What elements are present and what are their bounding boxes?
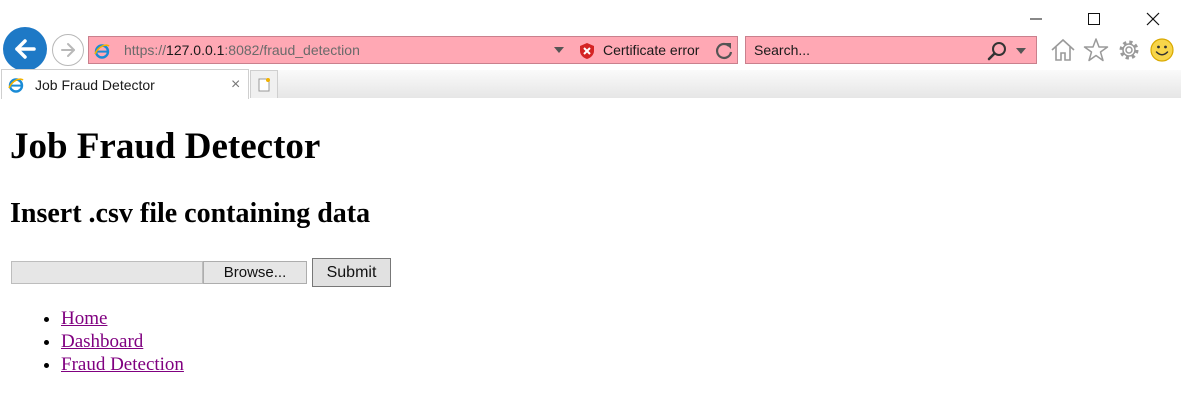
- certificate-error-label[interactable]: Certificate error: [603, 42, 699, 58]
- refresh-icon[interactable]: [714, 41, 734, 61]
- url-path: :8082/fraud_detection: [224, 42, 360, 58]
- url-host: 127.0.0.1: [166, 42, 225, 58]
- new-tab-icon: [258, 77, 270, 91]
- page-subtitle: Insert .csv file containing data: [10, 198, 371, 229]
- settings-gear-icon: [1119, 40, 1139, 60]
- submit-button[interactable]: Submit: [312, 258, 391, 287]
- page-title: Job Fraud Detector: [10, 126, 321, 167]
- search-bar[interactable]: [745, 36, 1037, 64]
- maximize-button[interactable]: [1072, 6, 1116, 32]
- feedback-button[interactable]: [1149, 37, 1175, 63]
- nav-link-fraud-detection[interactable]: Fraud Detection: [61, 354, 184, 375]
- forward-arrow-icon: [61, 43, 75, 57]
- tab-job-fraud-detector[interactable]: Job Fraud Detector ×: [1, 69, 249, 99]
- file-path-field[interactable]: [11, 261, 203, 284]
- address-bar[interactable]: https://127.0.0.1:8082/fraud_detection C…: [88, 36, 738, 64]
- minimize-button[interactable]: [1014, 6, 1058, 32]
- url-text[interactable]: https://127.0.0.1:8082/fraud_detection: [124, 42, 360, 58]
- back-button[interactable]: [3, 27, 47, 71]
- tab-title: Job Fraud Detector: [35, 77, 155, 93]
- minimize-icon: [1030, 18, 1042, 20]
- close-icon: [1146, 12, 1160, 26]
- home-button[interactable]: [1050, 37, 1076, 63]
- tab-close-icon[interactable]: ×: [231, 76, 240, 94]
- back-arrow-icon: [15, 39, 36, 59]
- nav-link-home[interactable]: Home: [61, 308, 107, 329]
- ie-logo-icon: [8, 78, 24, 93]
- tab-strip: [278, 70, 1181, 98]
- list-item: Fraud Detection: [61, 353, 184, 376]
- nav-link-dashboard[interactable]: Dashboard: [61, 331, 143, 352]
- forward-button[interactable]: [52, 34, 84, 66]
- browse-button[interactable]: Browse...: [203, 261, 307, 284]
- page-content: Job Fraud Detector Insert .csv file cont…: [0, 99, 1181, 413]
- favorites-star-icon: [1083, 38, 1109, 62]
- certificate-error-icon[interactable]: [578, 42, 596, 60]
- search-input[interactable]: [754, 39, 974, 61]
- home-icon: [1051, 38, 1075, 61]
- feedback-smiley-icon: [1150, 38, 1174, 62]
- ie-logo-icon: [94, 44, 110, 59]
- close-window-button[interactable]: [1131, 6, 1175, 32]
- settings-button[interactable]: [1116, 37, 1142, 63]
- search-dropdown-icon[interactable]: [1016, 48, 1026, 54]
- list-item: Home: [61, 307, 184, 330]
- address-dropdown-icon[interactable]: [554, 47, 564, 53]
- new-tab-button[interactable]: [250, 70, 278, 98]
- list-item: Dashboard: [61, 330, 184, 353]
- search-icon[interactable]: [986, 40, 1008, 62]
- favorites-button[interactable]: [1083, 37, 1109, 63]
- url-scheme: https://: [124, 42, 167, 58]
- nav-link-list: Home Dashboard Fraud Detection: [40, 307, 184, 376]
- maximize-icon: [1088, 13, 1100, 25]
